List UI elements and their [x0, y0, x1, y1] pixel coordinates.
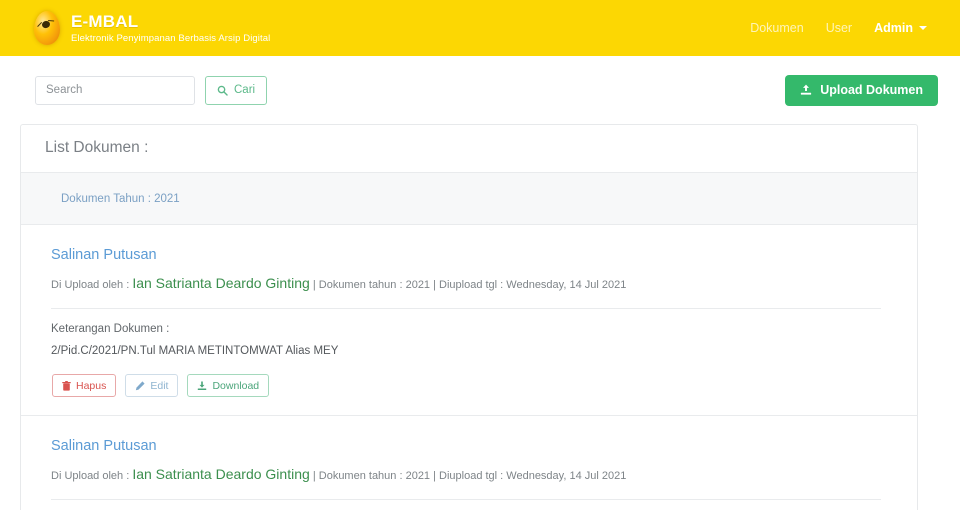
trash-icon	[62, 380, 71, 391]
document-item: Salinan Putusan Di Upload oleh : Ian Sat…	[21, 225, 917, 416]
keterangan-label: Keterangan Dokumen :	[51, 500, 899, 510]
document-uploader: Ian Satrianta Deardo Ginting	[132, 275, 310, 291]
page-title: List Dokumen :	[45, 139, 149, 156]
upload-button-label: Upload Dokumen	[820, 83, 923, 97]
download-button[interactable]: Download	[187, 374, 270, 397]
document-uploader: Ian Satrianta Deardo Ginting	[132, 466, 310, 482]
brand[interactable]: E-MBAL Elektronik Penyimpanan Berbasis A…	[32, 9, 270, 47]
egg-logo-icon	[32, 9, 62, 47]
document-title[interactable]: Salinan Putusan	[51, 247, 899, 263]
document-meta-prefix: Di Upload oleh :	[51, 470, 133, 482]
nav-link-admin-label: Admin	[874, 21, 913, 35]
upload-dokumen-button[interactable]: Upload Dokumen	[785, 74, 938, 106]
nav-link-admin[interactable]: Admin	[874, 21, 927, 35]
upload-icon	[800, 84, 812, 96]
brand-title: E-MBAL	[71, 11, 139, 31]
top-navbar: E-MBAL Elektronik Penyimpanan Berbasis A…	[0, 0, 960, 56]
document-meta-suffix: | Dokumen tahun : 2021 | Diupload tgl : …	[309, 470, 627, 482]
year-group-header: Dokumen Tahun : 2021	[21, 172, 917, 225]
document-meta: Di Upload oleh : Ian Satrianta Deardo Gi…	[51, 275, 899, 291]
document-item: Salinan Putusan Di Upload oleh : Ian Sat…	[21, 416, 917, 510]
download-icon	[197, 381, 207, 391]
pencil-icon	[135, 380, 145, 391]
edit-button-label: Edit	[150, 379, 169, 392]
nav-links: Dokumen User Admin	[750, 21, 935, 35]
document-list-card: List Dokumen : Dokumen Tahun : 2021 Sali…	[20, 124, 918, 510]
document-meta-prefix: Di Upload oleh :	[51, 279, 133, 291]
year-group-label[interactable]: Dokumen Tahun : 2021	[61, 193, 180, 205]
search-button-label: Cari	[234, 84, 256, 96]
keterangan-label: Keterangan Dokumen :	[51, 323, 170, 335]
document-title[interactable]: Salinan Putusan	[51, 438, 899, 454]
delete-button-label: Hapus	[76, 379, 107, 392]
download-button-label: Download	[212, 379, 260, 392]
document-actions: Hapus Edit Download	[51, 357, 899, 415]
edit-button[interactable]: Edit	[125, 374, 179, 397]
search-input[interactable]	[35, 75, 195, 105]
toolbar: Cari Upload Dokumen	[0, 56, 960, 124]
keterangan-value: 2/Pid.C/2021/PN.Tul MARIA METINTOMWAT Al…	[51, 345, 339, 357]
search-button[interactable]: Cari	[205, 75, 268, 105]
nav-link-dokumen[interactable]: Dokumen	[750, 21, 804, 35]
brand-subtitle: Elektronik Penyimpanan Berbasis Arsip Di…	[71, 32, 271, 44]
delete-button[interactable]: Hapus	[52, 374, 117, 397]
nav-link-user[interactable]: User	[826, 21, 852, 35]
document-meta: Di Upload oleh : Ian Satrianta Deardo Gi…	[51, 466, 899, 482]
search-icon	[217, 85, 228, 96]
document-meta-suffix: | Dokumen tahun : 2021 | Diupload tgl : …	[309, 279, 627, 291]
chevron-down-icon	[919, 26, 927, 30]
